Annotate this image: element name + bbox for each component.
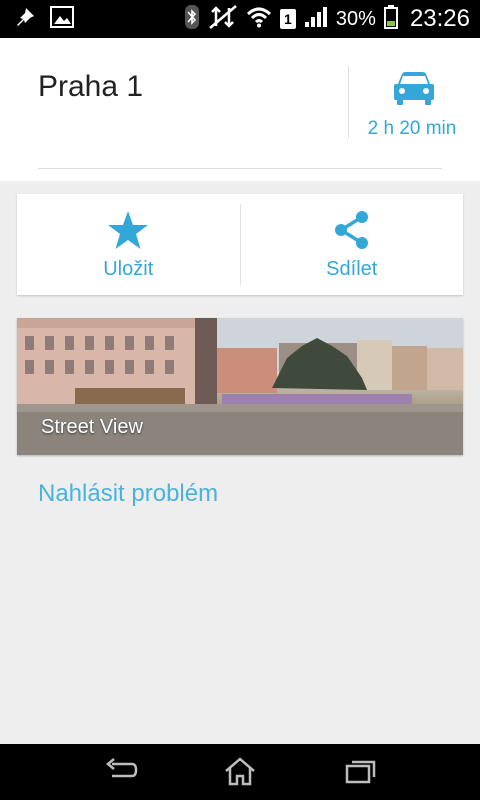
place-header-card: Praha 1 2 h 20 min: [0, 38, 480, 181]
recents-icon: [340, 760, 380, 792]
save-label: Uložit: [103, 258, 154, 280]
battery-icon: [383, 4, 398, 34]
directions-button[interactable]: 2 h 20 min: [350, 64, 478, 148]
home-button[interactable]: [220, 756, 260, 788]
report-problem-link[interactable]: Nahlásit problém: [38, 480, 218, 508]
bluetooth-icon: [184, 4, 200, 35]
share-button[interactable]: Sdílet: [241, 194, 464, 295]
sim-icon: 1: [279, 9, 296, 29]
share-label: Sdílet: [326, 258, 378, 280]
actions-card: Uložit Sdílet: [17, 194, 463, 295]
signal-icon: [304, 6, 328, 33]
battery-percent: 30%: [335, 8, 376, 30]
share-icon: [330, 208, 374, 252]
place-title: Praha 1: [38, 70, 144, 103]
recents-button[interactable]: [340, 756, 380, 788]
street-view-preview[interactable]: Street View: [17, 318, 463, 455]
data-off-icon: [208, 4, 238, 35]
save-button[interactable]: Uložit: [17, 194, 240, 295]
star-icon: [106, 208, 150, 252]
clock: 23:26: [409, 5, 470, 32]
notification-pin-icon: [14, 6, 36, 33]
back-button[interactable]: [100, 756, 140, 788]
street-view-label: Street View: [41, 416, 143, 438]
car-icon: [393, 70, 435, 111]
back-icon: [100, 758, 140, 792]
gallery-icon: [50, 5, 74, 33]
navigation-bar: [0, 744, 480, 800]
header-divider: [348, 66, 349, 138]
wifi-icon: [246, 6, 272, 33]
header-bottom-divider: [38, 168, 442, 169]
home-icon: [220, 757, 260, 792]
travel-time: 2 h 20 min: [367, 118, 457, 139]
status-bar: 1 30% 23:26: [0, 0, 480, 38]
